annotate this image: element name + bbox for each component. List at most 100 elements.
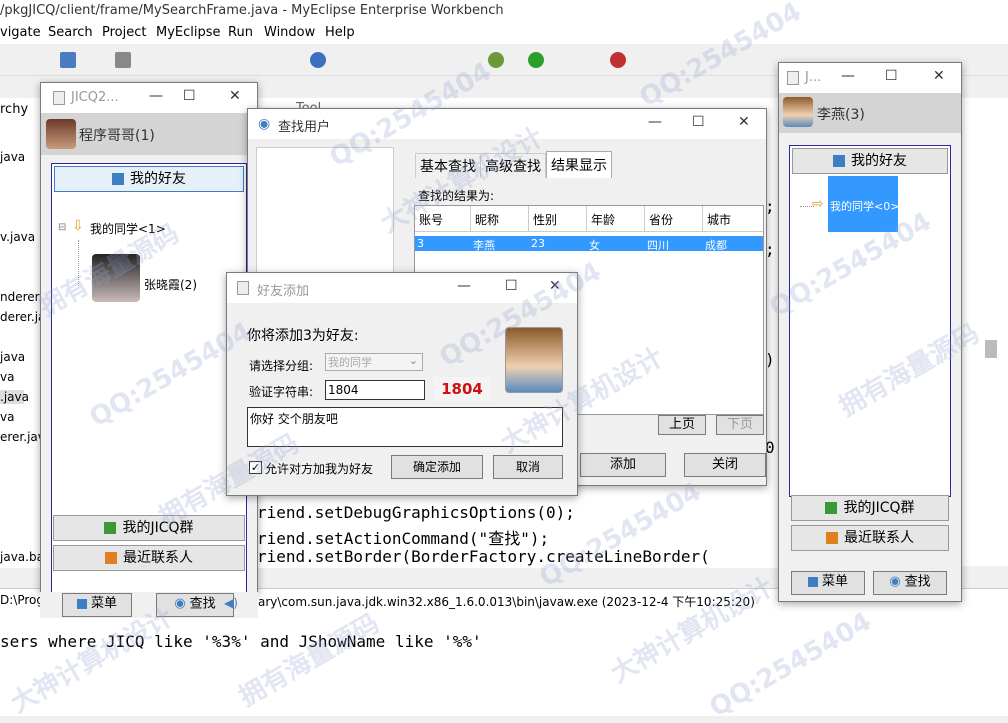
minimize-button[interactable]: — xyxy=(841,68,855,84)
minimize-button[interactable]: — xyxy=(149,88,163,104)
explorer-item[interactable]: nderer.j xyxy=(0,290,46,304)
maximize-button[interactable]: ☐ xyxy=(885,68,898,84)
confirm-add-button[interactable]: 确定添加 xyxy=(391,455,483,479)
search-button[interactable]: ◉ 查找 xyxy=(156,593,234,617)
tab-basic[interactable]: 基本查找 xyxy=(415,153,481,178)
search-titlebar: ◉ 查找用户 — ☐ ✕ xyxy=(248,109,766,139)
toolbar-external-icon[interactable] xyxy=(610,52,626,68)
minimize-button[interactable]: — xyxy=(457,278,471,294)
allow-checkbox[interactable]: ✓ xyxy=(249,461,262,474)
menu-navigate[interactable]: vigate xyxy=(0,25,41,40)
group-select[interactable]: 我的同学 ⌄ xyxy=(325,353,423,371)
add-button[interactable]: 添加 xyxy=(580,453,666,477)
left-title: JICQ2... xyxy=(71,90,119,105)
search-icon: ◉ xyxy=(174,596,186,611)
menu-button[interactable]: 菜单 xyxy=(791,571,865,595)
recent-contacts-button[interactable]: 最近联系人 xyxy=(53,545,245,571)
avatar[interactable] xyxy=(783,97,813,127)
avatar[interactable] xyxy=(46,119,76,149)
my-friends-button[interactable]: 我的好友 xyxy=(792,148,948,174)
java-icon xyxy=(53,91,65,105)
explorer-item[interactable]: va xyxy=(0,370,14,384)
message-textarea[interactable]: 你好 交个朋友吧 xyxy=(247,407,563,447)
verify-label: 验证字符串: xyxy=(249,385,314,399)
dialog-titlebar: 好友添加 — ☐ ✕ xyxy=(227,273,577,303)
cell: 23 xyxy=(531,237,545,250)
col-header[interactable]: 昵称 xyxy=(471,206,529,232)
explorer-item[interactable]: java.ba xyxy=(0,550,44,564)
dialog-title: 好友添加 xyxy=(257,284,310,299)
menu-search[interactable]: Search xyxy=(48,25,93,40)
explorer-item[interactable]: java xyxy=(0,150,25,164)
toolbar-print-icon[interactable] xyxy=(115,52,131,68)
prev-page-button[interactable]: 上页 xyxy=(658,415,706,435)
table-row[interactable]: 3 李燕 23 女 四川 成都 xyxy=(415,236,763,252)
col-header[interactable]: 省份 xyxy=(645,206,703,232)
jicq-group-button[interactable]: 我的JICQ群 xyxy=(791,495,949,521)
allow-label[interactable]: 允许对方加我为好友 xyxy=(265,460,373,477)
maximize-button[interactable]: ☐ xyxy=(505,278,518,294)
code-line: riend.setBorder(BorderFactory.createLine… xyxy=(257,547,710,566)
tree-line xyxy=(78,240,79,286)
explorer-item[interactable]: va xyxy=(0,410,14,424)
add-friend-dialog: 好友添加 — ☐ ✕ 你将添加3为好友: 请选择分组: 我的同学 ⌄ 验证字符串… xyxy=(226,272,578,496)
close-button[interactable]: ✕ xyxy=(933,68,945,84)
col-header[interactable]: 城市 xyxy=(703,206,763,232)
recent-contacts-button[interactable]: 最近联系人 xyxy=(791,525,949,551)
cell: 成都 xyxy=(705,239,727,252)
toolbar-new-icon[interactable] xyxy=(60,52,76,68)
tab-results[interactable]: 结果显示 xyxy=(546,151,612,178)
tree-expander-icon[interactable]: ⊟ xyxy=(58,222,66,233)
cancel-button[interactable]: 取消 xyxy=(493,455,563,479)
friend-avatar[interactable] xyxy=(92,254,140,302)
col-header[interactable]: 账号 xyxy=(415,206,471,232)
code-line: riend.setDebugGraphicsOptions(0); xyxy=(257,503,575,522)
search-button[interactable]: ◉ 查找 xyxy=(873,571,947,595)
col-header[interactable]: 年龄 xyxy=(587,206,645,232)
minimize-button[interactable]: — xyxy=(648,114,662,130)
folder-arrow-icon: ⇨ xyxy=(812,196,824,212)
friends-icon xyxy=(833,155,845,167)
verify-input[interactable] xyxy=(325,380,425,400)
close-search-button[interactable]: 关闭 xyxy=(684,453,766,477)
search-label: 查找 xyxy=(904,574,931,590)
toolbar-run-icon[interactable] xyxy=(528,52,544,68)
search-icon: ◉ xyxy=(889,574,901,589)
explorer-tab[interactable]: rchy xyxy=(0,102,28,117)
menu-help[interactable]: Help xyxy=(325,25,355,40)
tab-advanced[interactable]: 高级查找 xyxy=(480,153,546,178)
explorer-item[interactable]: v.java xyxy=(0,230,35,244)
scrollbar-thumb[interactable] xyxy=(985,340,997,358)
recent-label: 最近联系人 xyxy=(844,530,914,546)
jicq-group-button[interactable]: 我的JICQ群 xyxy=(53,515,245,541)
maximize-button[interactable]: ☐ xyxy=(692,114,705,130)
my-friends-button[interactable]: 我的好友 xyxy=(54,166,244,192)
group-item-selected[interactable]: 我的同学<0> xyxy=(828,176,900,232)
toolbar-debug-icon[interactable] xyxy=(488,52,504,68)
sound-icon[interactable]: ◀) xyxy=(224,596,238,610)
package-explorer: rchy java v.java nderer.j derer.ja java … xyxy=(0,98,46,568)
menu-run[interactable]: Run xyxy=(228,25,253,40)
next-page-button[interactable]: 下页 xyxy=(716,415,764,435)
close-button[interactable]: ✕ xyxy=(549,278,561,294)
left-titlebar: JICQ2... — ☐ ✕ xyxy=(41,83,257,113)
menu-window[interactable]: Window xyxy=(264,25,315,40)
close-button[interactable]: ✕ xyxy=(229,88,241,104)
col-header[interactable]: 性别 xyxy=(529,206,587,232)
menu-myeclipse[interactable]: MyEclipse xyxy=(156,25,221,40)
user-name: 李燕(3) xyxy=(817,107,865,123)
menu-project[interactable]: Project xyxy=(102,25,146,40)
message-text: 你好 交个朋友吧 xyxy=(250,412,338,426)
right-user-bar: 李燕(3) xyxy=(779,93,961,133)
explorer-item[interactable]: erer.jav xyxy=(0,430,45,444)
toolbar-globe-icon[interactable] xyxy=(310,52,326,68)
maximize-button[interactable]: ☐ xyxy=(183,88,196,104)
group-label: 我的同学<0> xyxy=(830,200,900,213)
close-button[interactable]: ✕ xyxy=(738,114,750,130)
friend-name[interactable]: 张晓霞(2) xyxy=(144,276,197,293)
explorer-item-selected[interactable]: .java xyxy=(0,390,29,404)
menu-button[interactable]: 菜单 xyxy=(62,593,132,617)
explorer-item[interactable]: java xyxy=(0,350,25,364)
group-label[interactable]: 我的同学<1> xyxy=(90,220,166,237)
explorer-item[interactable]: derer.ja xyxy=(0,310,45,324)
